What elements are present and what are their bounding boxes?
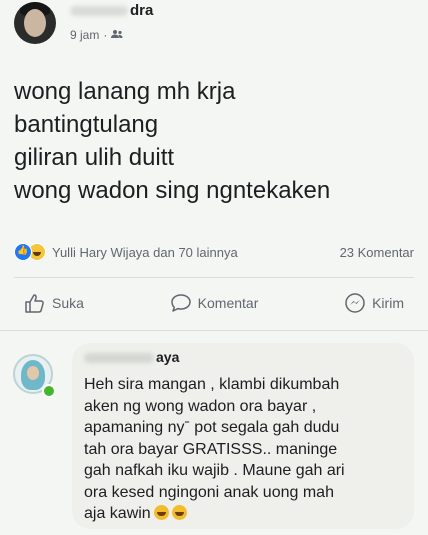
avatar-face xyxy=(24,9,46,37)
comment-text: Heh sira mangan , klambi dikumbah aken n… xyxy=(84,374,404,525)
comment-line-last: aja kawin xyxy=(84,503,404,525)
comment-line: aja kawin xyxy=(84,505,151,522)
comment-line: apamaning nyˉ pot segala gah dudu xyxy=(84,419,340,436)
comment-line: ora kesed ngingoni anak uong mah xyxy=(84,483,334,501)
meta-separator: · xyxy=(103,28,108,42)
like-reaction-icon[interactable] xyxy=(14,243,32,261)
like-label: Suka xyxy=(52,295,84,311)
reactions-summary[interactable]: Yulli Hary Wijaya dan 70 lainnya xyxy=(52,245,238,260)
comment-line: tah ora bayar GRATISSS.. maninge xyxy=(84,440,338,458)
post-line: bantingtulang xyxy=(14,111,159,138)
post-author-name-text: dra xyxy=(130,2,154,19)
post-line: giliran ulih duitt xyxy=(14,144,175,171)
comments-count[interactable]: 23 Komentar xyxy=(340,245,414,260)
laughing-emoji-icon xyxy=(153,505,169,520)
comment-button[interactable]: Komentar xyxy=(160,293,269,313)
post-actions: Suka Komentar Kirim xyxy=(14,287,414,319)
comment-line: Heh sira mangan , klambi dikumbah xyxy=(84,376,340,393)
laughing-emoji-icon xyxy=(171,505,187,520)
name-redaction xyxy=(84,353,154,364)
post-author-name[interactable]: dra xyxy=(70,2,153,19)
name-redaction xyxy=(70,6,128,17)
share-label: Kirim xyxy=(372,295,404,311)
post-line: wong wadon sing ngntekaken xyxy=(14,177,331,204)
friends-icon[interactable] xyxy=(111,28,123,42)
divider xyxy=(0,330,428,331)
post-text: wong lanang mh krja bantingtulang gilira… xyxy=(14,75,414,207)
post-time[interactable]: 9 jam xyxy=(70,28,99,42)
messenger-send-button[interactable]: Kirim xyxy=(334,292,414,314)
divider xyxy=(14,277,414,278)
comment-line: aken ng wong wadon ora bayar , xyxy=(84,397,317,415)
commenter-name[interactable]: aya xyxy=(84,349,179,365)
avatar-face xyxy=(27,366,39,380)
post-line: wong lanang mh krja xyxy=(14,78,236,105)
comment-line: gah nafkah iku wajib . Maune gah ari xyxy=(84,462,345,479)
comment-label: Komentar xyxy=(197,295,259,311)
comment-bubble-icon xyxy=(170,293,192,313)
online-status-icon xyxy=(42,384,56,398)
messenger-icon xyxy=(344,292,366,314)
commenter-name-text: aya xyxy=(156,349,180,365)
like-button[interactable]: Suka xyxy=(14,293,94,313)
reactions-bar: Yulli Hary Wijaya dan 70 lainnya 23 Kome… xyxy=(14,241,414,263)
post-meta: 9 jam · xyxy=(70,28,123,42)
post-author-avatar[interactable] xyxy=(14,2,56,44)
thumbs-up-icon xyxy=(24,293,46,313)
